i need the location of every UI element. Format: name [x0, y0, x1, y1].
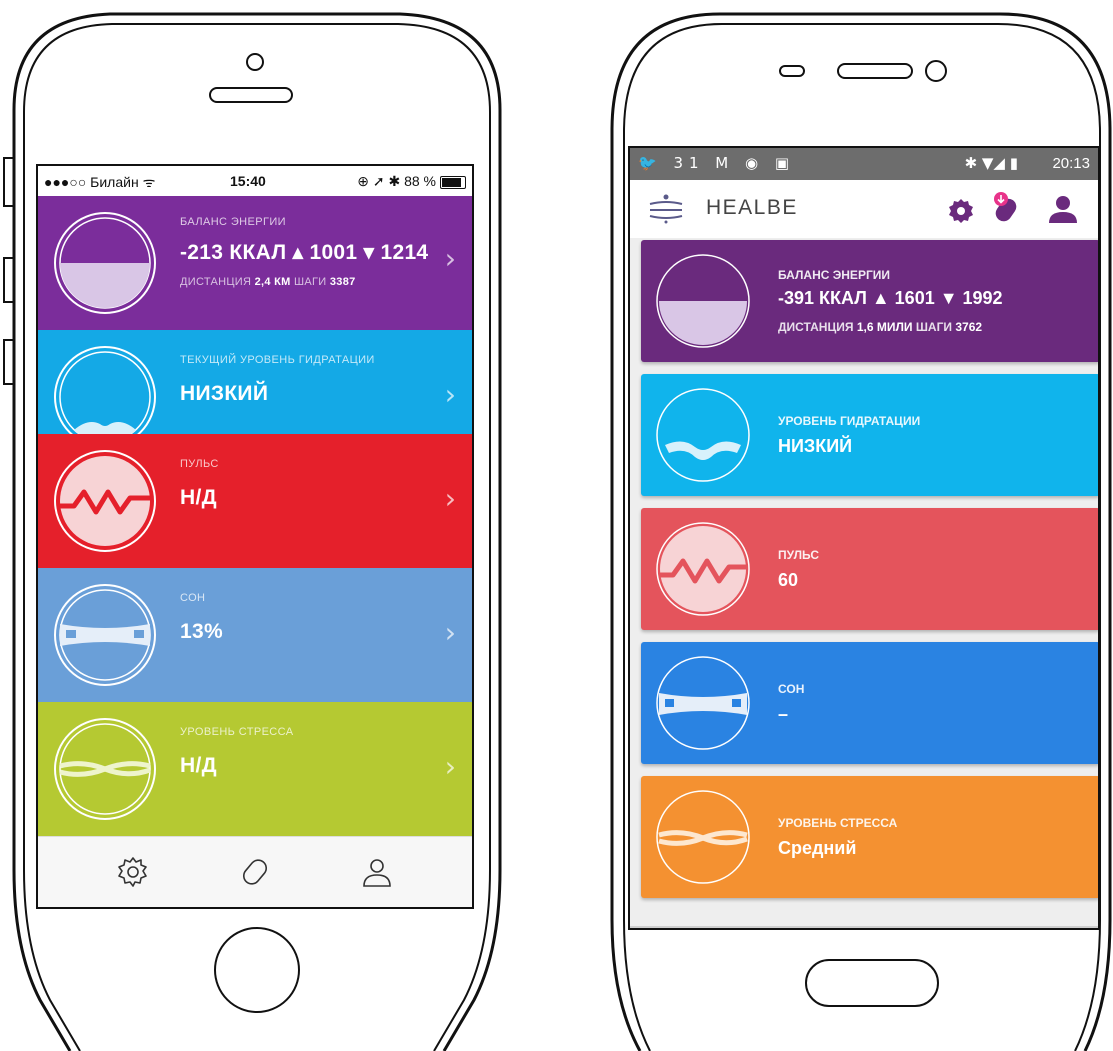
card-value: 13% — [180, 620, 223, 643]
card-label: УРОВЕНЬ СТРЕССА — [778, 816, 898, 830]
card-label: СОН — [180, 592, 206, 604]
profile-icon[interactable] — [1048, 194, 1078, 224]
card-value: – — [778, 704, 789, 724]
sleep-icon — [656, 656, 750, 750]
card-subline: ДИСТАНЦИЯ 1,6 МИЛИ ШАГИ 3762 — [778, 320, 982, 334]
card-label: СОН — [778, 682, 805, 696]
android-card-pulse[interactable]: ПУЛЬС 60 — [641, 508, 1098, 630]
status-time: 20:13 — [1052, 155, 1090, 172]
card-value: -213 ККАЛ ▴ 1001 ▾ 1214 — [180, 241, 429, 264]
stress-icon — [54, 718, 156, 820]
ios-card-sleep[interactable]: СОН 13% › — [38, 568, 472, 702]
carrier-label: ●●●○○ Билайн ᯤ — [44, 174, 156, 190]
notification-icons: 🐦 31 M ◉ ▣ — [638, 154, 796, 172]
card-value: Н/Д — [180, 486, 217, 509]
card-label: ПУЛЬС — [180, 458, 219, 470]
pulse-icon — [54, 450, 156, 552]
card-value: Средний — [778, 838, 857, 858]
battery-icon — [440, 176, 466, 189]
android-card-hydration[interactable]: УРОВЕНЬ ГИДРАТАЦИИ НИЗКИЙ — [641, 374, 1098, 496]
ios-card-energy-balance[interactable]: БАЛАНС ЭНЕРГИИ -213 ККАЛ ▴ 1001 ▾ 1214 Д… — [38, 196, 472, 330]
card-value: НИЗКИЙ — [778, 436, 853, 456]
card-label: ТЕКУЩИЙ УРОВЕНЬ ГИДРАТАЦИИ — [180, 354, 375, 366]
card-label: БАЛАНС ЭНЕРГИИ — [180, 216, 286, 228]
profile-icon[interactable] — [360, 855, 394, 889]
chevron-right-icon: › — [444, 482, 456, 515]
ios-screen: ●●●○○ Билайн ᯤ 15:40 ⊕ ➚ ✱ 88 % БАЛАНС Э… — [38, 166, 472, 907]
pulse-icon — [656, 522, 750, 616]
steps-label: ШАГИ — [294, 276, 327, 288]
status-indicators: ⊕ ➚ ✱ 88 % — [357, 173, 436, 189]
card-subline: ДИСТАНЦИЯ 2,4 КМ ШАГИ 3387 — [180, 276, 356, 288]
settings-icon[interactable] — [948, 198, 974, 224]
chevron-right-icon: › — [444, 750, 456, 783]
chevron-right-icon: › — [444, 616, 456, 649]
card-label: ПУЛЬС — [778, 548, 820, 562]
chevron-right-icon: › — [444, 378, 456, 411]
sleep-icon — [54, 584, 156, 686]
status-indicators: ✱ ▼◢ ▮ — [964, 154, 1018, 172]
ios-card-stress[interactable]: УРОВЕНЬ СТРЕССА Н/Д › — [38, 702, 472, 836]
healbe-logo-icon — [649, 194, 683, 224]
distance-label: ДИСТАНЦИЯ — [778, 320, 854, 334]
card-value: -391 ККАЛ ▲ 1601 ▼ 1992 — [778, 288, 1003, 308]
card-label: УРОВЕНЬ ГИДРАТАЦИИ — [778, 414, 921, 428]
app-title: HEALBE — [706, 196, 798, 219]
card-label: БАЛАНС ЭНЕРГИИ — [778, 268, 890, 282]
android-card-sleep[interactable]: СОН – — [641, 642, 1098, 764]
energy-balance-icon — [54, 212, 156, 314]
android-card-stress[interactable]: УРОВЕНЬ СТРЕССА Средний — [641, 776, 1098, 898]
energy-balance-icon — [656, 254, 750, 348]
stress-icon — [656, 790, 750, 884]
settings-icon[interactable] — [116, 855, 150, 889]
hydration-icon — [656, 388, 750, 482]
card-value: НИЗКИЙ — [180, 382, 269, 405]
ios-card-pulse[interactable]: ПУЛЬС Н/Д › — [38, 434, 472, 568]
chevron-right-icon: › — [444, 242, 456, 275]
band-icon[interactable] — [238, 855, 272, 889]
android-screen: 🐦 31 M ◉ ▣ ✱ ▼◢ ▮ 20:13 HEALBE БАЛАНС ЭН… — [630, 148, 1098, 928]
distance-value: 2,4 КМ — [254, 276, 291, 288]
distance-value: 1,6 МИЛИ — [856, 320, 913, 334]
ios-tab-bar — [38, 836, 472, 907]
android-status-bar: 🐦 31 M ◉ ▣ ✱ ▼◢ ▮ 20:13 — [630, 148, 1098, 180]
status-time: 15:40 — [230, 173, 266, 189]
steps-value: 3762 — [955, 320, 983, 334]
card-label: УРОВЕНЬ СТРЕССА — [180, 726, 294, 738]
ios-status-bar: ●●●○○ Билайн ᯤ 15:40 ⊕ ➚ ✱ 88 % — [38, 166, 472, 196]
steps-label: ШАГИ — [915, 320, 952, 334]
android-app-bar: HEALBE — [630, 180, 1098, 238]
distance-label: ДИСТАНЦИЯ — [180, 276, 252, 288]
android-bottom-divider — [630, 926, 1098, 928]
steps-value: 3387 — [329, 276, 356, 288]
card-value: Н/Д — [180, 754, 217, 777]
android-card-energy-balance[interactable]: БАЛАНС ЭНЕРГИИ -391 ККАЛ ▲ 1601 ▼ 1992 Д… — [641, 240, 1098, 362]
card-value: 60 — [778, 570, 799, 590]
band-sync-icon[interactable] — [988, 190, 1024, 226]
